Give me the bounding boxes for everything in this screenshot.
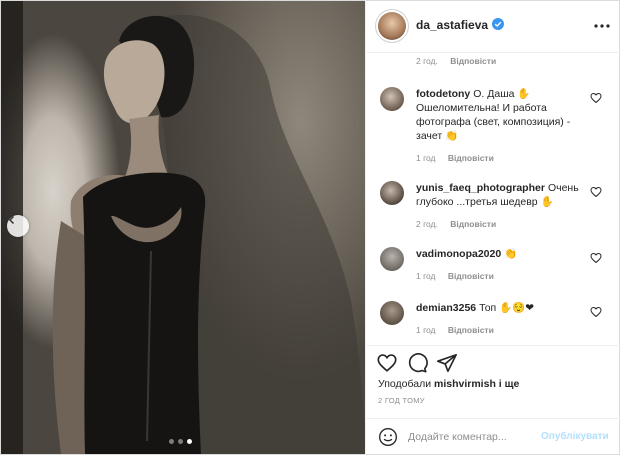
like-comment-icon[interactable]	[590, 186, 602, 198]
comment-time: 1 год	[416, 271, 436, 281]
comment-time: 1 год	[416, 325, 436, 335]
verified-badge-icon	[492, 18, 504, 30]
comment-body: demian3256 Топ ✋😌❤	[416, 301, 594, 315]
commenter-username[interactable]: fotodetony	[416, 88, 470, 100]
emoji-icon[interactable]	[378, 427, 398, 447]
comment-meta: 1 год Відповісти	[416, 153, 494, 163]
post-side-panel: da_astafieva 2 год. Відповісти fotodeton…	[365, 0, 620, 455]
commenter-username[interactable]: vadimonopa2020	[416, 248, 501, 260]
add-comment-input[interactable]	[408, 428, 533, 446]
like-icon[interactable]	[376, 352, 398, 374]
comment-reply-link[interactable]: Відповісти	[448, 153, 494, 163]
publish-button[interactable]: Опублікувати	[541, 431, 609, 442]
add-comment-bar: Опублікувати	[366, 418, 620, 457]
like-comment-icon[interactable]	[590, 306, 602, 318]
author-username[interactable]: da_astafieva	[416, 18, 488, 32]
like-comment-icon[interactable]	[590, 92, 602, 104]
commenter-avatar[interactable]	[380, 181, 404, 205]
post-time-ago: 2 ГОД ТОМУ	[378, 396, 425, 405]
post-header: da_astafieva	[366, 0, 620, 53]
caption-reply-link[interactable]: Відповісти	[450, 56, 496, 66]
carousel-dot-active[interactable]	[187, 439, 192, 444]
comment-body: vadimonopa2020 👏	[416, 247, 594, 261]
more-options-icon[interactable]	[592, 16, 612, 36]
commenter-avatar[interactable]	[380, 87, 404, 111]
like-comment-icon[interactable]	[590, 252, 602, 264]
post-photo[interactable]	[1, 1, 365, 454]
chevron-left-icon	[8, 215, 15, 225]
post-actions: Уподобали mishvirmish і ще 2 ГОД ТОМУ Оп…	[366, 345, 620, 456]
comments-list[interactable]: 2 год. Відповісти fotodetony О. Даша ✋ Ош…	[366, 53, 620, 343]
comment-icon[interactable]	[406, 352, 428, 374]
comment-meta: 1 год Відповісти	[416, 271, 494, 281]
likes-summary: Уподобали mishvirmish і ще	[378, 378, 519, 390]
likes-user-link[interactable]: mishvirmish	[434, 378, 496, 390]
commenter-avatar[interactable]	[380, 247, 404, 271]
comment-text: 👏	[504, 248, 518, 260]
share-icon[interactable]	[436, 352, 458, 374]
comment-body: fotodetony О. Даша ✋ Ошеломительна! И раб…	[416, 87, 594, 143]
comment-reply-link[interactable]: Відповісти	[448, 271, 494, 281]
comment-reply-link[interactable]: Відповісти	[450, 219, 496, 229]
carousel-dot[interactable]	[178, 439, 183, 444]
carousel-indicators	[169, 439, 192, 444]
commenter-username[interactable]: demian3256	[416, 302, 476, 314]
caption-meta: 2 год. Відповісти	[416, 56, 496, 66]
comment-reply-link[interactable]: Відповісти	[448, 325, 494, 335]
carousel-prev-button[interactable]	[7, 215, 29, 237]
likes-prefix: Уподобали	[378, 378, 432, 390]
comment-body: yunis_faeq_photographer Очень глубоко ...…	[416, 181, 594, 209]
comment-time: 2 год.	[416, 219, 438, 229]
comment-text: Топ ✋😌❤	[479, 302, 535, 314]
commenter-avatar[interactable]	[380, 301, 404, 325]
comment-meta: 2 год. Відповісти	[416, 219, 496, 229]
comment-time: 1 год	[416, 153, 436, 163]
photo-illustration	[1, 1, 365, 454]
commenter-username[interactable]: yunis_faeq_photographer	[416, 182, 545, 194]
caption-time: 2 год.	[416, 56, 438, 66]
author-avatar[interactable]	[378, 12, 406, 40]
comment-meta: 1 год Відповісти	[416, 325, 494, 335]
carousel-dot[interactable]	[169, 439, 174, 444]
likes-more-link[interactable]: і ще	[499, 378, 520, 390]
